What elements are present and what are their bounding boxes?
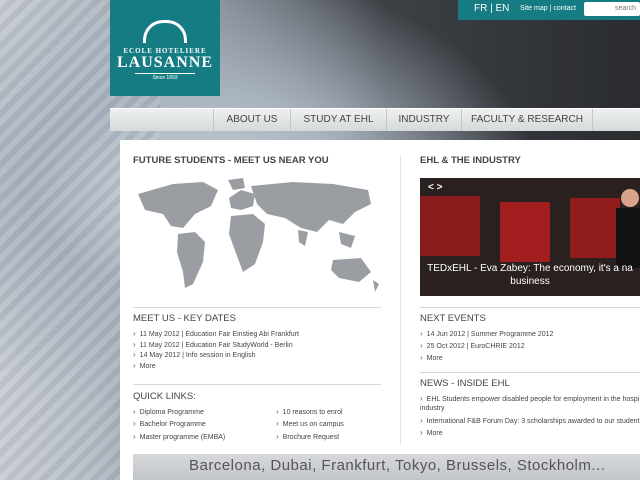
- logo-line3: Since 1893: [135, 73, 195, 81]
- nav-study-at-ehl[interactable]: STUDY AT EHL: [290, 109, 386, 131]
- locations-banner[interactable]: Barcelona, Dubai, Frankfurt, Tokyo, Brus…: [133, 454, 640, 480]
- key-date-item[interactable]: 11 May 2012 | Education Fair Einstieg Ab…: [133, 329, 299, 338]
- news-more-link[interactable]: More: [420, 428, 443, 437]
- video-caption[interactable]: TEDxEHL - Eva Zabey: The economy, it's a…: [420, 262, 640, 288]
- industry-title: EHL & THE INDUSTRY: [420, 155, 521, 166]
- quick-link[interactable]: 10 reasons to enrol: [276, 407, 343, 416]
- nav-industry[interactable]: INDUSTRY: [386, 109, 461, 131]
- future-students-title: FUTURE STUDENTS - MEET US NEAR YOU: [133, 155, 329, 166]
- nav-faculty-research[interactable]: FACULTY & RESEARCH: [461, 109, 593, 131]
- key-dates-title: MEET US - KEY DATES: [133, 313, 236, 324]
- video-slider[interactable]: < > TEDxEHL - Eva Zabey: The economy, it…: [420, 178, 640, 296]
- key-date-item[interactable]: 14 May 2012 | Info session in English: [133, 350, 256, 359]
- quick-link[interactable]: Brochure Request: [276, 432, 339, 441]
- top-bar: FR | EN Site map | contact: [458, 0, 640, 20]
- divider: [133, 384, 381, 385]
- logo-arch-icon: [143, 20, 187, 43]
- quick-link[interactable]: Master programme (EMBA): [133, 432, 226, 441]
- logo-line2: LAUSANNE: [116, 54, 213, 71]
- search-input[interactable]: [584, 2, 640, 16]
- column-divider: [400, 155, 401, 445]
- quick-link[interactable]: Bachelor Programme: [133, 419, 206, 428]
- next-events-title: NEXT EVENTS: [420, 313, 486, 324]
- news-item[interactable]: International F&B Forum Day: 3 scholarsh…: [420, 416, 640, 425]
- events-more-link[interactable]: More: [420, 353, 443, 362]
- world-map[interactable]: [133, 176, 383, 301]
- divider: [420, 372, 640, 373]
- divider: [133, 307, 381, 308]
- news-item[interactable]: EHL Students empower disabled people for…: [420, 394, 640, 413]
- quick-link[interactable]: Diploma Programme: [133, 407, 204, 416]
- site-links[interactable]: Site map | contact: [520, 5, 576, 12]
- divider: [420, 307, 640, 308]
- logo[interactable]: ECOLE HOTELIERE LAUSANNE Since 1893: [110, 0, 220, 96]
- nav-about-us[interactable]: ABOUT US: [213, 109, 290, 131]
- quick-links-title: QUICK LINKS:: [133, 391, 196, 402]
- event-item[interactable]: 25 Oct 2012 | EuroCHRIE 2012: [420, 341, 525, 350]
- video-nav-arrows[interactable]: < >: [428, 182, 442, 193]
- key-date-item[interactable]: 11 May 2012 | Education Fair StudyWorld …: [133, 340, 293, 349]
- main-nav: ABOUT US STUDY AT EHL INDUSTRY FACULTY &…: [110, 108, 640, 131]
- key-dates-more-link[interactable]: More: [133, 361, 156, 370]
- event-item[interactable]: 14 Jun 2012 | Summer Programme 2012: [420, 329, 554, 338]
- news-title: NEWS - INSIDE EHL: [420, 378, 510, 389]
- quick-link[interactable]: Meet us on campus: [276, 419, 344, 428]
- language-switcher[interactable]: FR | EN: [474, 3, 509, 14]
